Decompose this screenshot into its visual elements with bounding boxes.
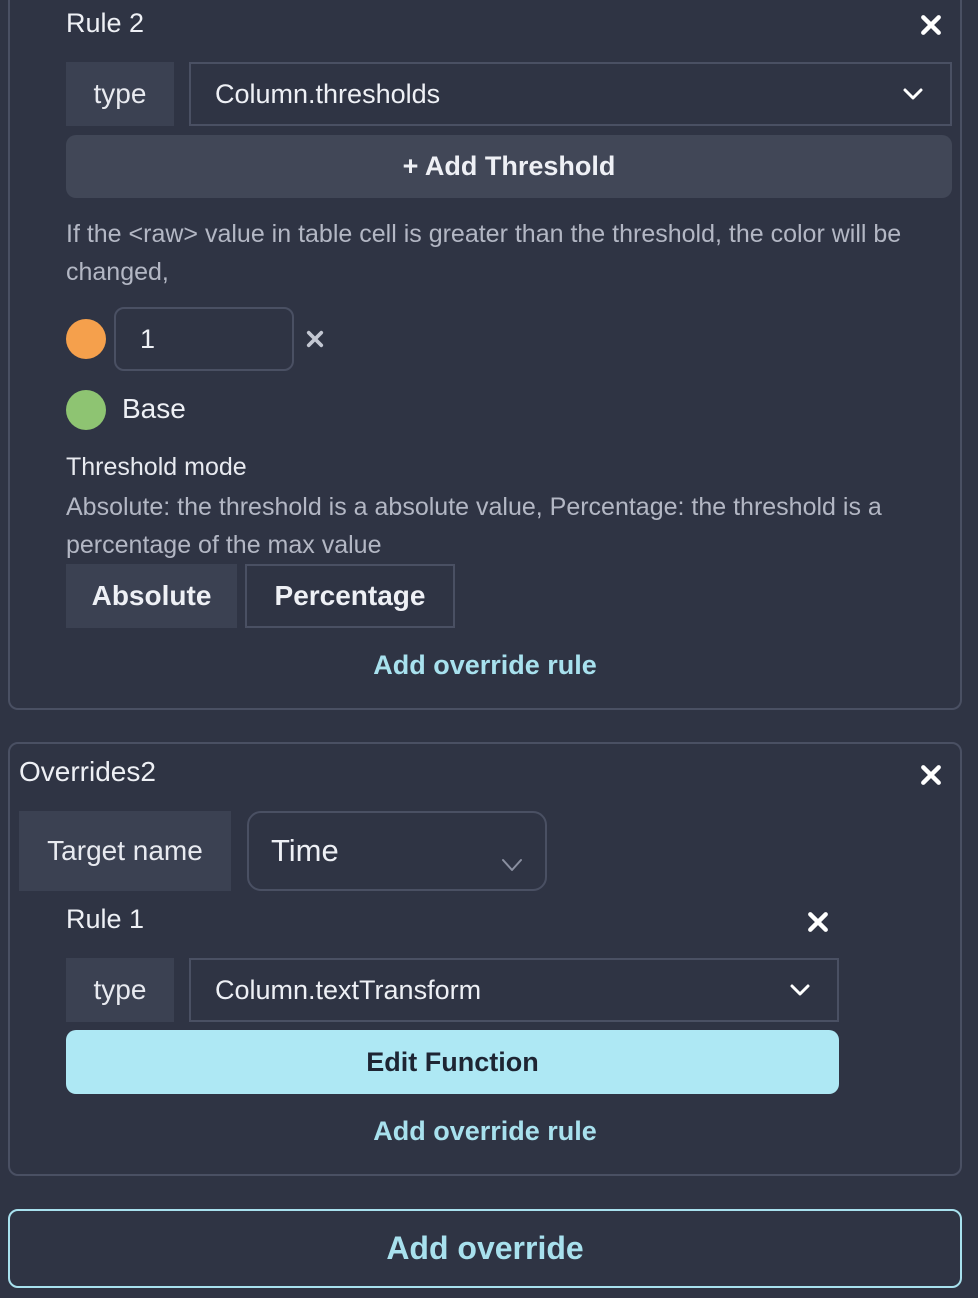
threshold-value-input[interactable]: 1 (114, 307, 294, 371)
add-override-button[interactable]: Add override (8, 1209, 962, 1288)
close-icon (306, 330, 324, 348)
close-icon (808, 912, 828, 932)
rule-title: Rule 1 (66, 904, 145, 934)
mode-percentage-button[interactable]: Percentage (245, 564, 455, 628)
add-threshold-button[interactable]: + Add Threshold (66, 135, 952, 198)
type-select-value: Column.thresholds (215, 78, 441, 109)
override-title: Overrides2 (19, 756, 156, 787)
threshold-value: 1 (140, 323, 156, 354)
remove-threshold-button[interactable] (306, 330, 324, 348)
base-color-swatch[interactable] (66, 390, 106, 430)
type-select[interactable]: Column.thresholds (189, 62, 952, 126)
chevron-down-icon (789, 983, 811, 997)
remove-rule-button[interactable] (920, 14, 942, 36)
type-label: type (66, 958, 174, 1022)
threshold-mode-title: Threshold mode (66, 453, 247, 481)
threshold-help-text: If the <raw> value in table cell is grea… (66, 220, 902, 286)
base-label: Base (122, 393, 186, 424)
add-override-rule-link[interactable]: Add override rule (8, 1116, 962, 1147)
chevron-down-icon (902, 87, 924, 101)
remove-rule-button[interactable] (807, 911, 829, 933)
threshold-color-swatch[interactable] (66, 319, 106, 359)
remove-override-button[interactable] (920, 764, 942, 786)
target-name-value: Time (271, 833, 339, 868)
edit-function-button[interactable]: Edit Function (66, 1030, 839, 1094)
rule-title: Rule 2 (66, 8, 145, 38)
close-icon (921, 765, 941, 785)
add-override-rule-link[interactable]: Add override rule (8, 650, 962, 681)
target-name-select[interactable]: Time (247, 811, 547, 891)
threshold-mode-description: Absolute: the threshold is a absolute va… (66, 493, 882, 559)
type-select-value: Column.textTransform (215, 974, 482, 1005)
type-label: type (66, 62, 174, 126)
chevron-down-icon (501, 844, 523, 871)
close-icon (921, 15, 941, 35)
target-name-label: Target name (19, 811, 231, 891)
mode-absolute-button[interactable]: Absolute (66, 564, 237, 628)
type-select[interactable]: Column.textTransform (189, 958, 839, 1022)
